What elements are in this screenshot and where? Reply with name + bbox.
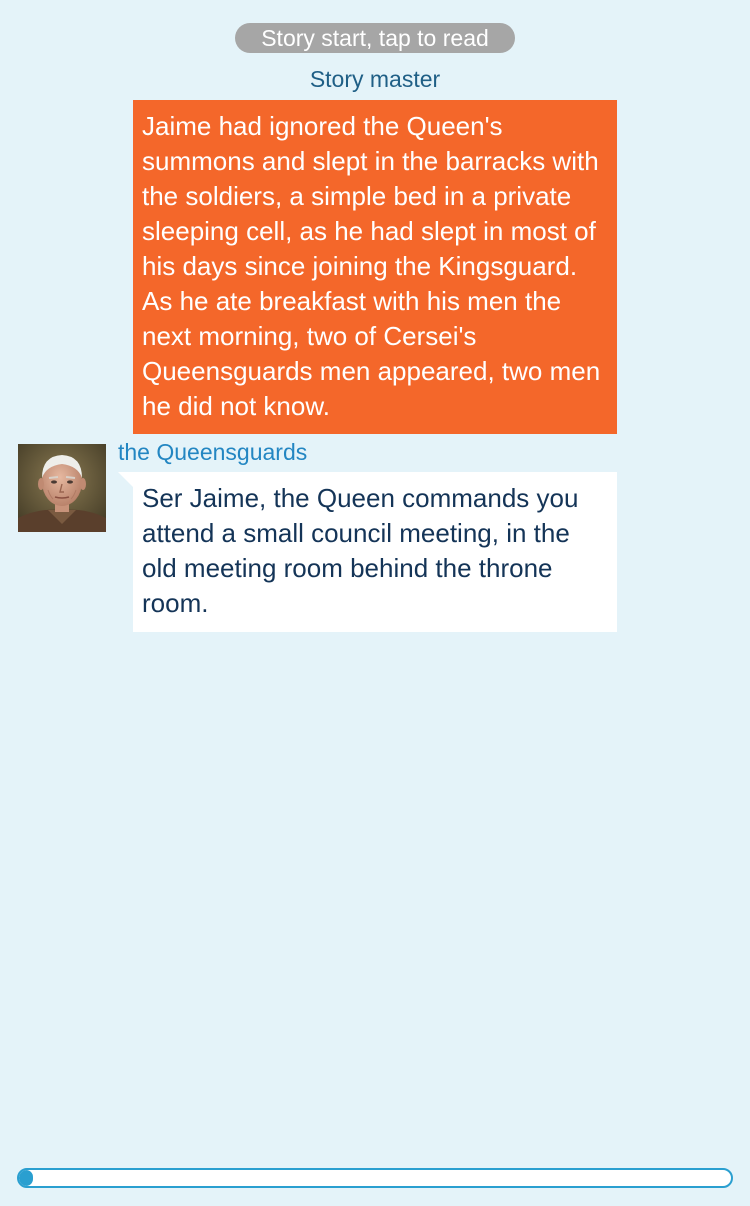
character-name: the Queensguards	[118, 439, 308, 465]
character-avatar	[18, 444, 106, 532]
narrator-name: Story master	[309, 66, 441, 92]
bubble-tail	[118, 472, 133, 487]
narrator-message-text: Jaime had ignored the Queen's summons an…	[142, 111, 601, 421]
character-message-text: Ser Jaime, the Queen commands you attend…	[142, 483, 579, 618]
elderly-man-portrait-icon	[18, 444, 106, 532]
character-message-bubble: Ser Jaime, the Queen commands you attend…	[118, 472, 617, 632]
story-start-button[interactable]: Story start, tap to read	[235, 23, 515, 53]
narrator-message-bubble: Jaime had ignored the Queen's summons an…	[133, 100, 617, 434]
story-progress-fill	[19, 1170, 34, 1186]
story-progress-bar[interactable]	[17, 1168, 733, 1188]
